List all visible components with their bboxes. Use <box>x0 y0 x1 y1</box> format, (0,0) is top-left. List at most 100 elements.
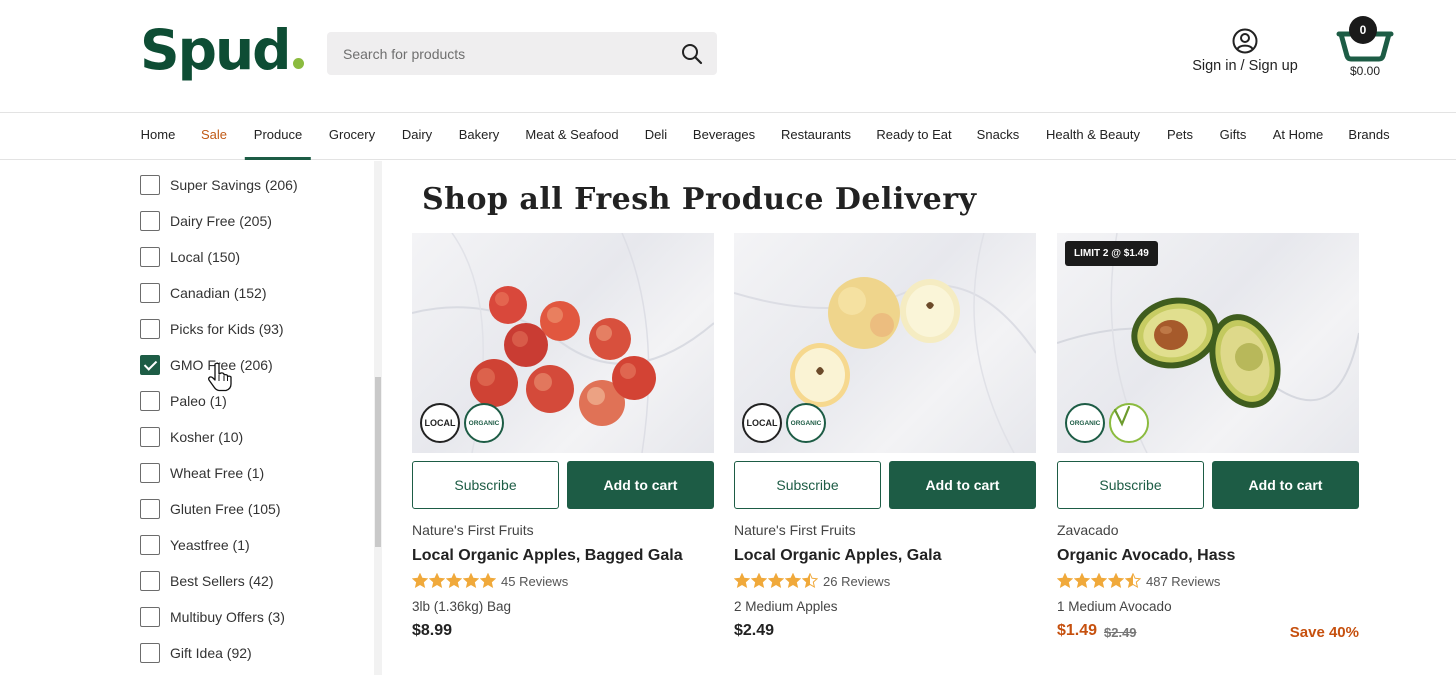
filter-super-savings[interactable]: Super Savings (206) <box>140 175 298 195</box>
product-size: 1 Medium Avocado <box>1057 599 1172 614</box>
nav-dairy[interactable]: Dairy <box>402 114 432 160</box>
product-image-apples-bag[interactable]: LOCAL ORGANIC <box>412 233 714 453</box>
filter-label: Paleo (1) <box>170 393 227 409</box>
filter-checkbox[interactable] <box>140 463 160 483</box>
star-icon <box>1057 573 1073 588</box>
filter-local[interactable]: Local (150) <box>140 247 240 267</box>
filter-yeastfree[interactable]: Yeastfree (1) <box>140 535 250 555</box>
filter-canadian[interactable]: Canadian (152) <box>140 283 267 303</box>
filter-label: Local (150) <box>170 249 241 265</box>
filter-checkbox[interactable] <box>140 211 160 231</box>
product-price: $2.49 <box>734 622 775 639</box>
nav-home[interactable]: Home <box>141 114 176 160</box>
filter-checkbox[interactable] <box>140 607 160 627</box>
filter-label: Gift Idea (92) <box>170 645 252 661</box>
sale-price: $1.49 <box>1057 622 1098 639</box>
product-rating[interactable]: 26 Reviews <box>734 571 890 591</box>
nav-sale[interactable]: Sale <box>201 114 227 160</box>
add-to-cart-button[interactable]: Add to cart <box>567 461 714 509</box>
sidebar-scrollbar-thumb[interactable] <box>375 377 381 547</box>
page-title: Shop all Fresh Produce Delivery <box>422 182 977 217</box>
nav-snacks[interactable]: Snacks <box>977 114 1020 160</box>
organic-badge-icon: ORGANIC <box>464 403 504 443</box>
filter-checkbox[interactable] <box>140 283 160 303</box>
subscribe-button[interactable]: Subscribe <box>412 461 559 509</box>
spud-logo[interactable]: Spud <box>140 20 304 80</box>
product-brand: Zavacado <box>1057 522 1119 538</box>
review-count: 487 Reviews <box>1146 573 1221 589</box>
vegan-badge-icon <box>1109 403 1149 443</box>
filter-picks-for-kids[interactable]: Picks for Kids (93) <box>140 319 284 339</box>
product-rating[interactable]: 45 Reviews <box>412 571 568 591</box>
nav-at-home[interactable]: At Home <box>1273 114 1324 160</box>
add-to-cart-button[interactable]: Add to cart <box>889 461 1036 509</box>
filter-checkbox[interactable] <box>140 391 160 411</box>
product-brand: Nature's First Fruits <box>734 522 856 538</box>
logo-dot <box>292 58 304 69</box>
star-icon <box>734 573 750 588</box>
sign-in-link[interactable]: Sign in / Sign up <box>1184 28 1306 74</box>
nav-meat-seafood[interactable]: Meat & Seafood <box>525 114 618 160</box>
nav-health-beauty[interactable]: Health & Beauty <box>1046 114 1140 160</box>
local-badge-icon: LOCAL <box>420 403 460 443</box>
star-icon <box>429 573 445 588</box>
filter-gluten-free[interactable]: Gluten Free (105) <box>140 499 281 519</box>
filter-checkbox[interactable] <box>140 499 160 519</box>
filter-best-sellers[interactable]: Best Sellers (42) <box>140 571 273 591</box>
nav-bakery[interactable]: Bakery <box>459 114 499 160</box>
organic-badge-icon: ORGANIC <box>786 403 826 443</box>
filter-checkbox[interactable] <box>140 319 160 339</box>
star-rating <box>412 573 497 589</box>
nav-restaurants[interactable]: Restaurants <box>781 114 851 160</box>
site-header: Spud Sign in / Sign up 0 $0.00 <box>0 0 1456 113</box>
main-nav: Home Sale Produce Grocery Dairy Bakery M… <box>0 114 1456 160</box>
filter-checkbox[interactable] <box>140 427 160 447</box>
review-count: 26 Reviews <box>823 573 891 589</box>
cart-button[interactable]: 0 $0.00 <box>1336 16 1394 82</box>
product-rating[interactable]: 487 Reviews <box>1057 571 1220 591</box>
filter-checkbox[interactable] <box>140 643 160 663</box>
star-icon <box>1091 573 1107 588</box>
nav-beverages[interactable]: Beverages <box>693 114 755 160</box>
filter-gift-idea[interactable]: Gift Idea (92) <box>140 643 252 663</box>
original-price: $2.49 <box>1104 625 1137 640</box>
product-name[interactable]: Organic Avocado, Hass <box>1057 547 1235 565</box>
filter-checkbox[interactable] <box>140 535 160 555</box>
nav-grocery[interactable]: Grocery <box>329 114 375 160</box>
search-input[interactable] <box>327 32 667 75</box>
cart-total: $0.00 <box>1349 64 1381 78</box>
product-card: LOCAL ORGANIC Subscribe Add to cart Natu… <box>734 233 1036 653</box>
filter-wheat-free[interactable]: Wheat Free (1) <box>140 463 264 483</box>
filter-label: Wheat Free (1) <box>170 465 265 481</box>
nav-pets[interactable]: Pets <box>1167 114 1193 160</box>
add-to-cart-button[interactable]: Add to cart <box>1212 461 1359 509</box>
nav-ready-to-eat[interactable]: Ready to Eat <box>876 114 951 160</box>
save-percent-label: Save 40% <box>1289 624 1359 641</box>
subscribe-button[interactable]: Subscribe <box>734 461 881 509</box>
nav-deli[interactable]: Deli <box>645 114 667 160</box>
subscribe-button[interactable]: Subscribe <box>1057 461 1204 509</box>
filter-label: Super Savings (206) <box>170 177 298 193</box>
product-image-avocado[interactable]: LIMIT 2 @ $1.49 ORGANIC <box>1057 233 1359 453</box>
review-count: 45 Reviews <box>501 573 569 589</box>
star-rating <box>734 573 819 589</box>
product-image-gala-apples[interactable]: LOCAL ORGANIC <box>734 233 1036 453</box>
filter-checkbox[interactable] <box>140 571 160 591</box>
product-name[interactable]: Local Organic Apples, Bagged Gala <box>412 547 683 565</box>
filter-dairy-free[interactable]: Dairy Free (205) <box>140 211 272 231</box>
search-icon[interactable] <box>681 43 703 65</box>
nav-gifts[interactable]: Gifts <box>1220 114 1247 160</box>
filter-checkbox[interactable] <box>140 175 160 195</box>
filter-multibuy-offers[interactable]: Multibuy Offers (3) <box>140 607 285 627</box>
product-size: 3lb (1.36kg) Bag <box>412 599 512 614</box>
star-icon <box>785 573 801 588</box>
filter-checkbox-checked[interactable] <box>140 355 160 375</box>
nav-brands[interactable]: Brands <box>1348 114 1389 160</box>
star-icon <box>1125 573 1141 588</box>
nav-produce[interactable]: Produce <box>244 114 312 160</box>
organic-badge-icon: ORGANIC <box>1065 403 1105 443</box>
filter-checkbox[interactable] <box>140 247 160 267</box>
product-name[interactable]: Local Organic Apples, Gala <box>734 547 941 565</box>
filter-kosher[interactable]: Kosher (10) <box>140 427 243 447</box>
filter-paleo[interactable]: Paleo (1) <box>140 391 227 411</box>
